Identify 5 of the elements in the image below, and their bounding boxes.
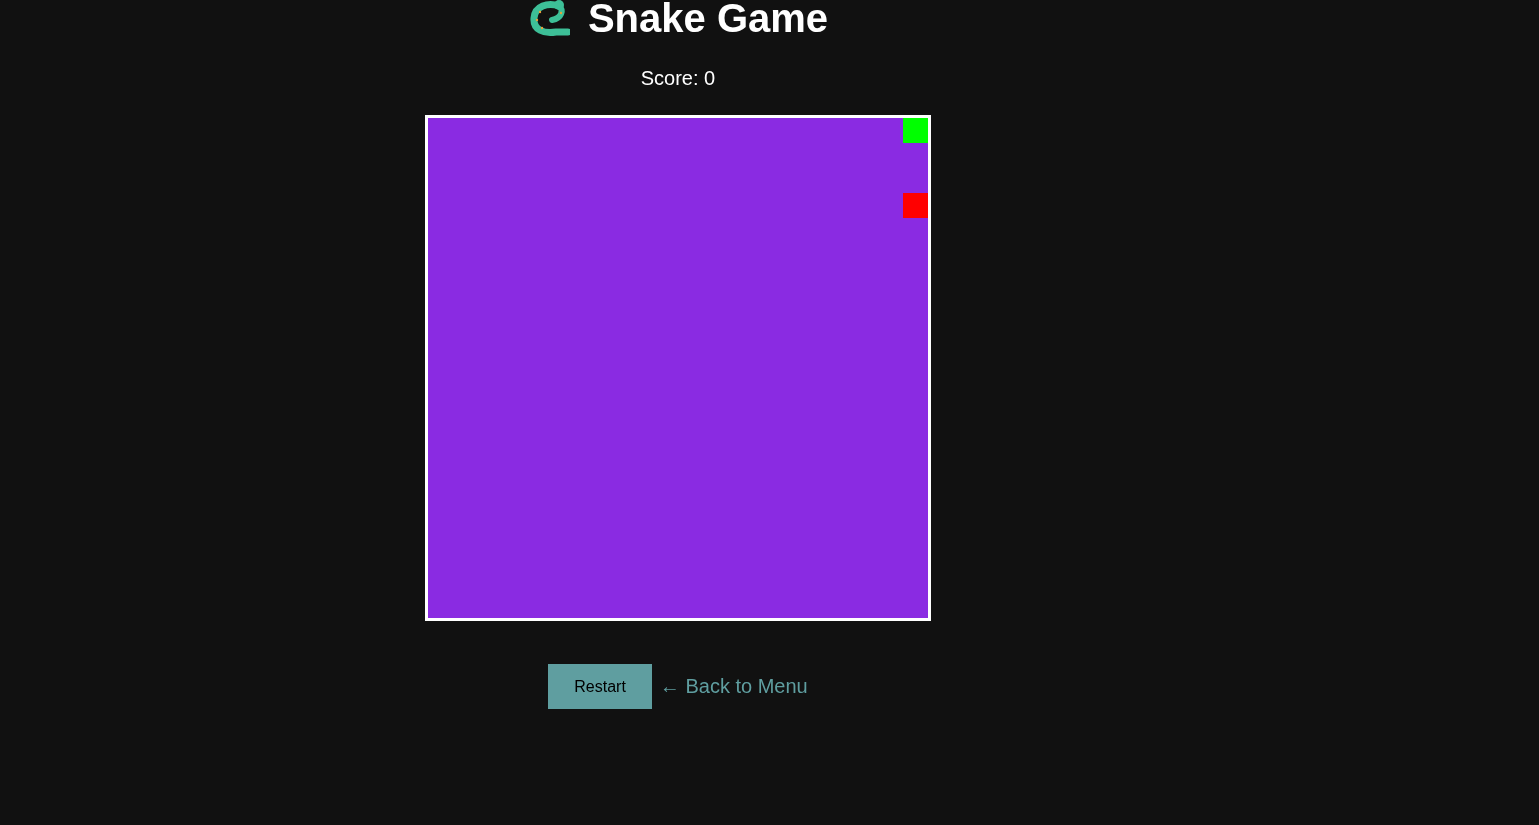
back-to-menu-link[interactable]: ← Back to Menu [659,675,808,698]
snake-icon [527,0,570,38]
page-title: Snake Game [587,0,829,41]
restart-button[interactable]: Restart [548,664,652,709]
score-text: Score: 0 [640,67,716,90]
